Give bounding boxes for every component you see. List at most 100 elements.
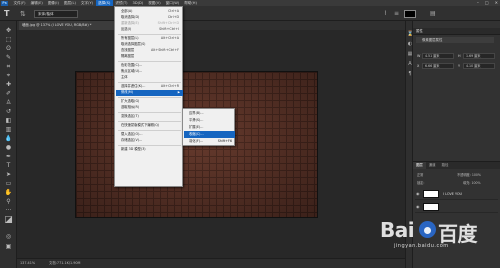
menu-item-label: 查找图层 — [121, 48, 135, 52]
menu-separator — [118, 61, 181, 62]
history-brush-icon[interactable]: ↺ — [4, 108, 13, 115]
visibility-eye-icon[interactable]: ◉ — [416, 201, 420, 213]
menu-item-label: 存储选区(V)... — [121, 138, 143, 142]
menu-item-load-selection[interactable]: 载入选区(O)... — [116, 132, 183, 138]
submenu-item-contract[interactable]: 收缩(C)... — [184, 131, 235, 138]
fill-field[interactable]: 填充: 100% — [463, 180, 481, 185]
menu-item-shortcut: Alt+Ctrl+A — [160, 36, 179, 40]
menu-item-reselect[interactable]: 重新选择(E) Shift+Ctrl+D — [116, 21, 183, 27]
menu-item-label: 反选(I) — [121, 27, 132, 31]
menu-item-label: 扩展(E)... — [189, 125, 204, 129]
screen-mode-icon[interactable]: ▣ — [4, 243, 13, 250]
menu-item-save-selection[interactable]: 存储选区(V)... — [116, 138, 183, 144]
menu-item-transform-selection[interactable]: 变换选区(T) — [116, 114, 183, 120]
document-tab-bar: 墙面.jpg @ 137% (I LOVE YOU, RGB/8#) * — [17, 21, 405, 30]
type-tool-icon: T — [4, 9, 10, 18]
menu-separator — [118, 97, 181, 98]
color-swatches-icon[interactable]: ◪ — [4, 216, 13, 225]
submenu-item-feather[interactable]: 羽化(F)... Shift+F6 — [184, 138, 235, 145]
path-select-icon[interactable]: ➤ — [4, 171, 13, 178]
menu-item-shortcut: Alt+Ctrl+R — [160, 84, 179, 88]
panels-icon[interactable]: ▤ — [430, 10, 436, 17]
menu-item-similar[interactable]: 选取相似(R) — [116, 105, 183, 111]
menu-item-modify[interactable]: 修改(M) ▶ — [116, 90, 183, 96]
zoom-level[interactable]: 137.41% — [20, 259, 35, 268]
menu-item-label: 焦点区域(U)... — [121, 69, 143, 73]
layer-thumbnail — [423, 190, 439, 198]
menu-item-label: 边界(B)... — [189, 111, 204, 115]
menu-item-isolate-layers[interactable]: 隔离图层 — [116, 54, 183, 60]
menu-item-label: 变换选区(T) — [121, 114, 139, 118]
text-color-swatch[interactable] — [404, 10, 416, 18]
eraser-tool-icon[interactable]: ◧ — [4, 117, 13, 124]
menu-separator — [118, 145, 181, 146]
menu-item-all[interactable]: 全部(A) Ctrl+A — [116, 9, 183, 15]
baidu-watermark: Bai 百度 jingyan.baidu.com — [380, 218, 500, 268]
opacity-field[interactable]: 不透明度: 100% — [457, 172, 481, 177]
quick-mask-icon[interactable]: ◎ — [4, 233, 13, 240]
menu-item-label: 载入选区(O)... — [121, 132, 143, 136]
quick-select-tool-icon[interactable]: ✎ — [4, 54, 13, 61]
eyedropper-tool-icon[interactable]: ⌖ — [4, 72, 13, 79]
w-field[interactable]: 4.51 厘米 — [422, 53, 454, 59]
submenu-item-smooth[interactable]: 平滑(S)... — [184, 117, 235, 124]
hand-tool-icon[interactable]: ✋ — [4, 189, 13, 196]
gradient-tool-icon[interactable]: ▥ — [4, 126, 13, 133]
menu-item-quick-mask[interactable]: 在快速蒙版模式下编辑(Q) — [116, 123, 183, 129]
options-bar: T ⇅ 宋体/楷体 ⌇ ≡ ▤ — [0, 6, 500, 21]
pen-tool-icon[interactable]: ✒ — [4, 153, 13, 160]
menu-item-deselect-layers[interactable]: 取消选择图层(S) — [116, 42, 183, 48]
tab-channels[interactable]: 通道 — [426, 162, 439, 169]
more-tools-icon[interactable]: ··· — [4, 207, 13, 214]
blur-tool-icon[interactable]: 💧 — [4, 135, 13, 142]
document-tab[interactable]: 墙面.jpg @ 137% (I LOVE YOU, RGB/8#) * — [19, 21, 127, 30]
menu-item-grow[interactable]: 扩大选取(G) — [116, 99, 183, 105]
menu-separator — [118, 130, 181, 131]
y-field[interactable]: 4.10 厘米 — [463, 63, 495, 69]
modify-submenu: 边界(B)... 平滑(S)... 扩展(E)... 收缩(C)... 羽化(F… — [182, 108, 235, 146]
submenu-item-expand[interactable]: 扩展(E)... — [184, 124, 235, 131]
layer-row[interactable]: ◉ — [415, 201, 498, 213]
menu-item-select-and-mask[interactable]: 选择并遮住(K)... Alt+Ctrl+R — [116, 84, 183, 90]
font-family-select[interactable]: 宋体/楷体 — [34, 10, 78, 18]
menu-item-inverse[interactable]: 反选(I) Shift+Ctrl+I — [116, 27, 183, 33]
visibility-eye-icon[interactable]: ◉ — [416, 188, 420, 200]
warp-text-icon[interactable]: ⌇ — [384, 10, 387, 17]
menu-item-shortcut: Ctrl+A — [168, 9, 179, 13]
menu-item-focus-area[interactable]: 焦点区域(U)... — [116, 69, 183, 75]
layer-row[interactable]: ◉ I LOVE YOU — [415, 188, 498, 200]
menu-item-color-range[interactable]: 色彩范围(C)... — [116, 63, 183, 69]
layer-name: I LOVE YOU — [443, 192, 463, 196]
align-icon[interactable]: ≡ — [394, 10, 399, 17]
menu-item-find-layers[interactable]: 查找图层 Alt+Shift+Ctrl+F — [116, 48, 183, 54]
submenu-item-border[interactable]: 边界(B)... — [184, 110, 235, 117]
blend-mode-select[interactable]: 正常 — [417, 172, 423, 177]
layers-tabs: 图层 通道 路径 — [413, 162, 500, 169]
shape-tool-icon[interactable]: ▭ — [4, 180, 13, 187]
brush-tool-icon[interactable]: ✐ — [4, 90, 13, 97]
menu-item-all-layers[interactable]: 所有图层(L) Alt+Ctrl+A — [116, 36, 183, 42]
stamp-tool-icon[interactable]: ♙ — [4, 99, 13, 106]
menu-item-label: 主体 — [121, 75, 128, 79]
menu-item-subject[interactable]: 主体 — [116, 75, 183, 81]
document-info: 文档:771.1K/1.90M — [49, 261, 81, 265]
x-field[interactable]: 6.66 厘米 — [422, 63, 454, 69]
menu-separator — [118, 82, 181, 83]
h-field[interactable]: 1.69 厘米 — [463, 53, 495, 59]
crop-tool-icon[interactable]: ⌗ — [4, 63, 13, 70]
dodge-tool-icon[interactable]: ● — [4, 144, 13, 151]
type-tool-icon[interactable]: T — [4, 162, 13, 169]
tab-paths[interactable]: 路径 — [439, 162, 452, 169]
move-tool-icon[interactable]: ✥ — [4, 27, 13, 34]
menu-item-deselect[interactable]: 取消选择(D) Ctrl+D — [116, 15, 183, 21]
marquee-tool-icon[interactable]: ⬚ — [4, 36, 13, 43]
h-label: H — [458, 54, 461, 58]
lasso-tool-icon[interactable]: ʘ — [4, 45, 13, 52]
menu-item-label: 平滑(S)... — [189, 118, 204, 122]
healing-brush-icon[interactable]: ✚ — [4, 81, 13, 88]
zoom-tool-icon[interactable]: ⚲ — [4, 198, 13, 205]
text-orientation-icon[interactable]: ⇅ — [20, 10, 26, 18]
properties-panel: 属性 像素图层属性 W 4.51 厘米 H 1.69 厘米 X 6.66 厘米 … — [413, 28, 500, 153]
menu-item-new-3d[interactable]: 新建 3D 模型(3) — [116, 147, 183, 153]
tab-layers[interactable]: 图层 — [413, 162, 426, 169]
